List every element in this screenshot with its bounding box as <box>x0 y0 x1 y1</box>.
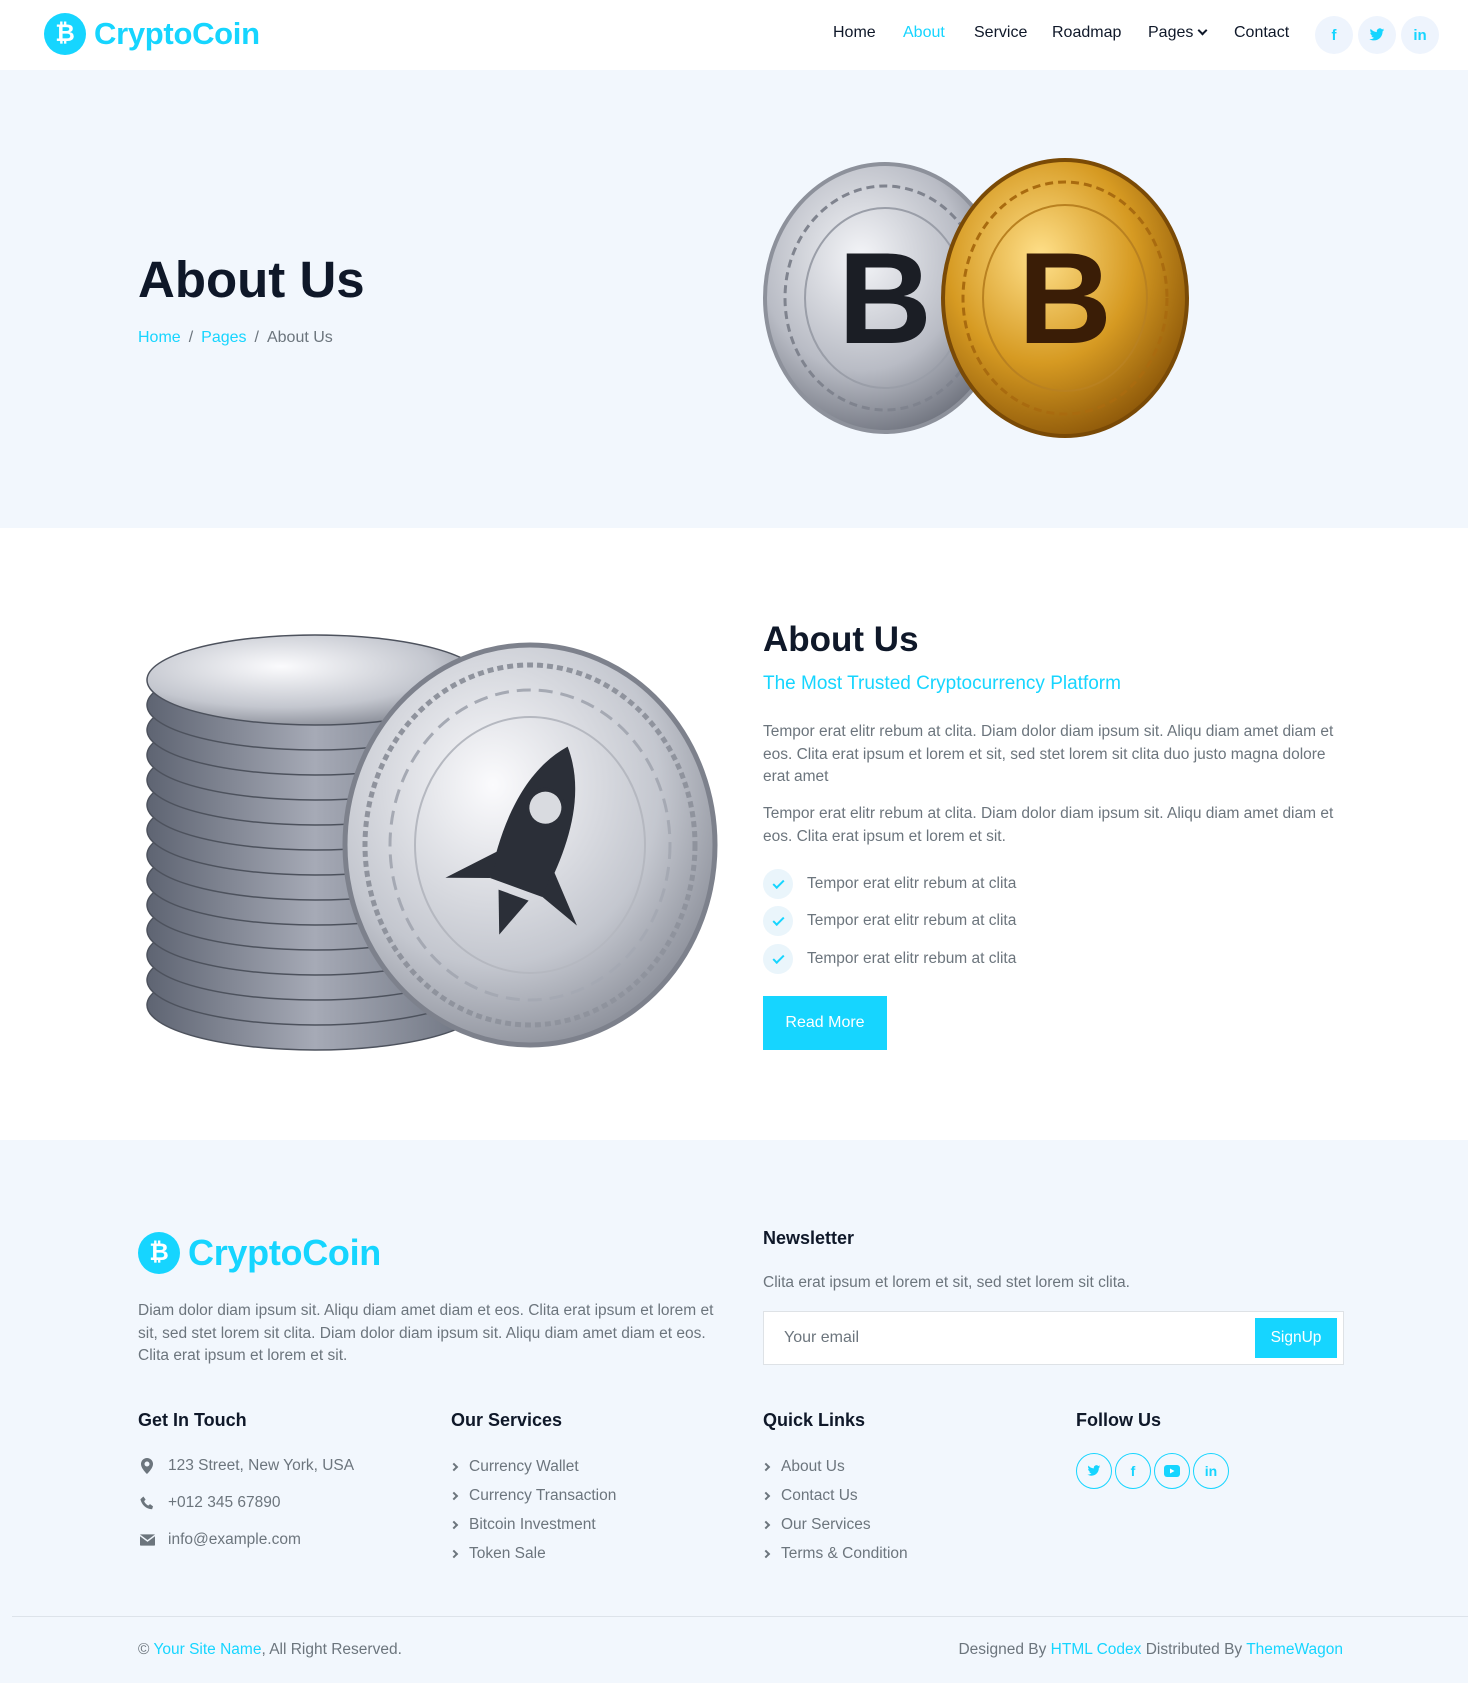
copyright-symbol: © <box>138 1641 150 1658</box>
phone-icon <box>138 1495 156 1511</box>
distributed-by-text: Distributed By <box>1145 1641 1243 1658</box>
footer-brand-link[interactable]: ₿ CryptoCoin <box>138 1232 381 1274</box>
newsletter-text: Clita erat ipsum et lorem et sit, sed st… <box>763 1274 1130 1291</box>
svg-text:B: B <box>838 225 932 371</box>
check-icon <box>763 869 793 899</box>
checklist-item: Tempor erat elitr rebum at clita <box>763 869 1016 899</box>
service-link-currency-transaction[interactable]: Currency Transaction <box>449 1487 617 1505</box>
contact-address: 123 Street, New York, USA <box>138 1457 354 1475</box>
service-link-currency-wallet[interactable]: Currency Wallet <box>449 1458 579 1476</box>
copyright: © Your Site Name, All Right Reserved. <box>138 1641 402 1659</box>
site-name-link[interactable]: Your Site Name <box>153 1641 261 1658</box>
youtube-icon[interactable] <box>1154 1453 1190 1489</box>
footer-about-text: Diam dolor diam ipsum sit. Aliqu diam am… <box>138 1302 714 1364</box>
envelope-icon <box>138 1534 156 1546</box>
checklist-item: Tempor erat elitr rebum at clita <box>763 906 1016 936</box>
chevron-right-icon <box>449 1462 459 1472</box>
page-header: About Us Home / Pages / About Us B B <box>0 70 1468 528</box>
checklist-text: Tempor erat elitr rebum at clita <box>807 912 1017 929</box>
rocket-coin-stack-image <box>146 634 718 1051</box>
quick-link-contact-us[interactable]: Contact Us <box>761 1487 858 1505</box>
quick-link-about-us[interactable]: About Us <box>761 1458 845 1476</box>
service-link-label: Bitcoin Investment <box>469 1516 596 1533</box>
linkedin-icon[interactable]: in <box>1401 16 1439 54</box>
bitcoin-coins-image: B B <box>763 158 1189 438</box>
svg-text:B: B <box>1018 225 1112 371</box>
chevron-right-icon <box>449 1549 459 1559</box>
newsletter-heading: Newsletter <box>763 1228 855 1248</box>
chevron-right-icon <box>761 1549 771 1559</box>
nav-pages-label: Pages <box>1148 24 1194 41</box>
quick-link-label: About Us <box>781 1458 845 1475</box>
about-paragraph-1: Tempor erat elitr rebum at clita. Diam d… <box>763 723 1334 785</box>
address-text: 123 Street, New York, USA <box>168 1457 355 1474</box>
checklist-text: Tempor erat elitr rebum at clita <box>807 875 1017 892</box>
service-link-bitcoin-investment[interactable]: Bitcoin Investment <box>449 1516 596 1534</box>
nav-pages[interactable]: Pages <box>1148 24 1208 42</box>
bitcoin-icon: ₿ <box>138 1232 180 1274</box>
about-subtitle: The Most Trusted Cryptocurrency Platform <box>763 673 1121 694</box>
check-icon <box>763 944 793 974</box>
map-marker-icon <box>138 1458 156 1474</box>
navbar: ₿ CryptoCoin Home About Service Roadmap … <box>0 0 1468 70</box>
quick-link-label: Our Services <box>781 1516 871 1533</box>
designed-by-text: Designed By <box>958 1641 1047 1658</box>
breadcrumb: Home / Pages / About Us <box>138 329 333 346</box>
credits: Designed By HTML Codex Distributed By Th… <box>958 1641 1343 1659</box>
quick-link-label: Contact Us <box>781 1487 858 1504</box>
checklist-item: Tempor erat elitr rebum at clita <box>763 944 1016 974</box>
our-services-heading: Our Services <box>451 1410 563 1430</box>
service-link-label: Token Sale <box>469 1545 546 1562</box>
nav-about[interactable]: About <box>903 24 945 42</box>
linkedin-icon[interactable]: in <box>1193 1453 1229 1489</box>
contact-phone: +012 345 67890 <box>138 1494 281 1512</box>
chevron-right-icon <box>761 1520 771 1530</box>
newsletter-form: SignUp <box>763 1311 1344 1365</box>
phone-text: +012 345 67890 <box>168 1494 281 1511</box>
get-in-touch-heading: Get In Touch <box>138 1410 247 1430</box>
email-text: info@example.com <box>168 1531 301 1548</box>
nav-service[interactable]: Service <box>974 24 1027 42</box>
chevron-down-icon <box>1197 25 1208 36</box>
facebook-icon[interactable]: f <box>1115 1453 1151 1489</box>
read-more-button[interactable]: Read More <box>763 996 887 1050</box>
checklist-text: Tempor erat elitr rebum at clita <box>807 950 1017 967</box>
main-nav: Home About Service Roadmap Pages Contact… <box>0 0 1468 70</box>
quick-link-label: Terms & Condition <box>781 1545 908 1562</box>
twitter-icon[interactable] <box>1076 1453 1112 1489</box>
check-icon <box>763 906 793 936</box>
quick-link-terms[interactable]: Terms & Condition <box>761 1545 908 1563</box>
twitter-icon[interactable] <box>1358 16 1396 54</box>
nav-contact[interactable]: Contact <box>1234 24 1289 42</box>
service-link-token-sale[interactable]: Token Sale <box>449 1545 546 1563</box>
about-title: About Us <box>763 620 919 659</box>
footer-brand-name: CryptoCoin <box>188 1232 381 1273</box>
rights-text: , All Right Reserved. <box>261 1641 402 1658</box>
chevron-right-icon <box>449 1491 459 1501</box>
nav-home[interactable]: Home <box>833 24 876 42</box>
breadcrumb-current: About Us <box>266 329 333 346</box>
follow-us-heading: Follow Us <box>1076 1410 1161 1430</box>
contact-email: info@example.com <box>138 1531 301 1549</box>
themewagon-link[interactable]: ThemeWagon <box>1246 1641 1343 1658</box>
quick-links-heading: Quick Links <box>763 1410 866 1430</box>
page-title: About Us <box>138 251 365 308</box>
html-codex-link[interactable]: HTML Codex <box>1051 1641 1142 1658</box>
facebook-icon[interactable]: f <box>1315 16 1353 54</box>
about-paragraph-2: Tempor erat elitr rebum at clita. Diam d… <box>763 805 1334 845</box>
quick-link-our-services[interactable]: Our Services <box>761 1516 871 1534</box>
chevron-right-icon <box>449 1520 459 1530</box>
email-field[interactable] <box>784 1312 1224 1364</box>
chevron-right-icon <box>761 1491 771 1501</box>
signup-button[interactable]: SignUp <box>1255 1318 1337 1358</box>
nav-roadmap[interactable]: Roadmap <box>1052 24 1121 42</box>
chevron-right-icon <box>761 1462 771 1472</box>
footer-divider <box>12 1616 1468 1617</box>
service-link-label: Currency Wallet <box>469 1458 579 1475</box>
service-link-label: Currency Transaction <box>469 1487 617 1504</box>
breadcrumb-home[interactable]: Home <box>138 329 181 346</box>
breadcrumb-pages[interactable]: Pages <box>201 329 246 346</box>
